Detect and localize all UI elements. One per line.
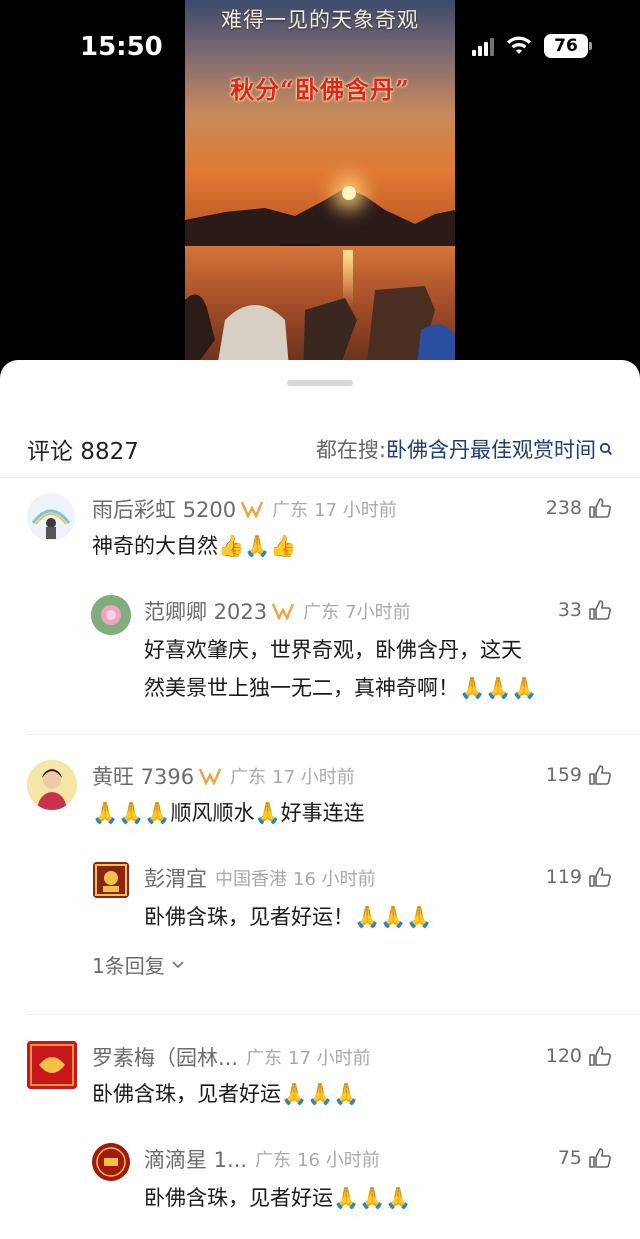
like-button[interactable]: 75: [558, 1147, 612, 1169]
reply-time: 16 小时前: [297, 1150, 380, 1171]
comment-username[interactable]: 雨后彩虹 5200: [92, 494, 236, 524]
verified-badge-icon: [241, 501, 264, 518]
like-button[interactable]: 159: [546, 764, 612, 786]
thumbs-up-icon: [589, 498, 611, 518]
reply-location: 中国香港: [215, 869, 287, 890]
status-icons: 76: [472, 34, 592, 58]
hot-search-term[interactable]: 卧佛含丹最佳观赏时间: [386, 434, 596, 464]
comment-time: 17 小时前: [272, 767, 355, 788]
avatar[interactable]: [93, 862, 129, 898]
comment-item: 黄旺 7396 广东 17 小时前 🙏🙏🙏顺风顺水🙏好事连连 159 彭渭宜 中…: [0, 752, 640, 1002]
thumbs-up-icon: [589, 867, 611, 887]
verified-badge-icon: [199, 768, 222, 785]
expand-replies-label: 1条回复: [92, 954, 165, 978]
video-headline: 秋分“卧佛含丹”: [230, 75, 410, 104]
avatar[interactable]: [27, 493, 75, 541]
like-count: 120: [545, 1045, 582, 1067]
avatar-image: [91, 595, 131, 635]
reply-location: 广东: [255, 1150, 292, 1171]
comment-item: 罗素梅（园林... 广东 17 小时前 卧佛含珠，见者好运🙏🙏🙏 120 滴滴星…: [0, 1033, 640, 1239]
wifi-icon: [507, 36, 531, 54]
like-button[interactable]: 119: [546, 866, 612, 888]
hot-search-label: 都在搜:: [315, 438, 386, 462]
thumbs-up-icon: [589, 600, 611, 620]
avatar[interactable]: [27, 760, 77, 810]
reply-username[interactable]: 范卿卿 2023: [144, 596, 267, 626]
expand-replies-button[interactable]: 1条回复: [92, 950, 185, 979]
comment-location: 广东: [246, 1048, 283, 1069]
thumbs-up-icon: [589, 765, 611, 785]
avatar-image: [27, 493, 75, 541]
reply-time: 7小时前: [345, 602, 411, 623]
avatar-image: [27, 760, 77, 810]
comment-username[interactable]: 黄旺 7396: [92, 761, 194, 791]
reply-text: 卧佛含珠，见者好运🙏🙏🙏: [144, 1186, 412, 1210]
comment-time: 17 小时前: [288, 1048, 371, 1069]
reply-text-line: 好喜欢肇庆，世界奇观，卧佛含丹，这天: [144, 638, 522, 662]
like-button[interactable]: 238: [546, 497, 612, 519]
comment-count: 评论 8827: [27, 439, 139, 465]
avatar-image: [27, 1041, 77, 1089]
comment-location: 广东: [230, 767, 267, 788]
like-button[interactable]: 33: [558, 599, 612, 621]
sheet-grabber[interactable]: [287, 380, 353, 386]
reply-text: 卧佛含珠，见者好运！🙏🙏🙏: [144, 905, 433, 929]
reply-text-line: 然美景世上独一无二，真神奇啊！🙏🙏🙏: [144, 676, 538, 700]
video-player[interactable]: 难得一见的天象奇观 秋分“卧佛含丹” 15:50 76: [0, 0, 640, 380]
header-divider: [0, 477, 640, 478]
avatar[interactable]: [91, 595, 131, 635]
like-button[interactable]: 120: [546, 1045, 612, 1067]
thumbs-up-icon: [589, 1046, 611, 1066]
avatar[interactable]: [92, 1143, 130, 1181]
comment-text: 卧佛含珠，见者好运🙏🙏🙏: [92, 1082, 360, 1106]
reply-username[interactable]: 滴滴星 1...: [144, 1144, 247, 1174]
video-frame[interactable]: 难得一见的天象奇观 秋分“卧佛含丹”: [185, 0, 455, 380]
comment-item: 雨后彩虹 5200 广东 17 小时前 神奇的大自然👍🙏👍 238 范卿卿 20…: [0, 485, 640, 715]
battery-icon: 76: [544, 34, 592, 58]
like-count: 33: [557, 599, 582, 621]
like-count: 159: [545, 764, 582, 786]
comment-divider: [27, 1014, 640, 1015]
comment-username[interactable]: 罗素梅（园林...: [92, 1042, 238, 1072]
like-count: 75: [557, 1147, 582, 1169]
signal-icon: [472, 36, 494, 56]
search-icon[interactable]: [599, 442, 613, 456]
status-time: 15:50: [80, 32, 163, 62]
thumbs-up-icon: [589, 1148, 611, 1168]
verified-badge-icon: [272, 603, 295, 620]
like-count: 119: [545, 866, 582, 888]
sun: [342, 186, 356, 200]
comment-location: 广东: [272, 500, 309, 521]
reply-username[interactable]: 彭渭宜: [144, 863, 207, 893]
reply-location: 广东: [303, 602, 340, 623]
like-count: 238: [545, 497, 582, 519]
hot-search-link[interactable]: 都在搜: 卧佛含丹最佳观赏时间: [316, 434, 613, 464]
comment-header: 评论 8827 都在搜: 卧佛含丹最佳观赏时间: [0, 420, 640, 478]
avatar-image: [93, 862, 129, 898]
comment-divider: [27, 734, 640, 735]
comment-text: 🙏🙏🙏顺风顺水🙏好事连连: [92, 801, 365, 825]
avatar-image: [92, 1143, 130, 1181]
reply-time: 16 小时前: [293, 869, 376, 890]
comment-text: 神奇的大自然👍🙏👍: [92, 534, 297, 558]
avatar[interactable]: [27, 1041, 77, 1089]
comment-sheet[interactable]: 评论 8827 都在搜: 卧佛含丹最佳观赏时间 雨后彩虹 5200 广东 17 …: [0, 360, 640, 1239]
comment-time: 17 小时前: [314, 500, 397, 521]
video-caption: 难得一见的天象奇观: [221, 8, 419, 32]
chevron-down-icon: [172, 960, 184, 968]
